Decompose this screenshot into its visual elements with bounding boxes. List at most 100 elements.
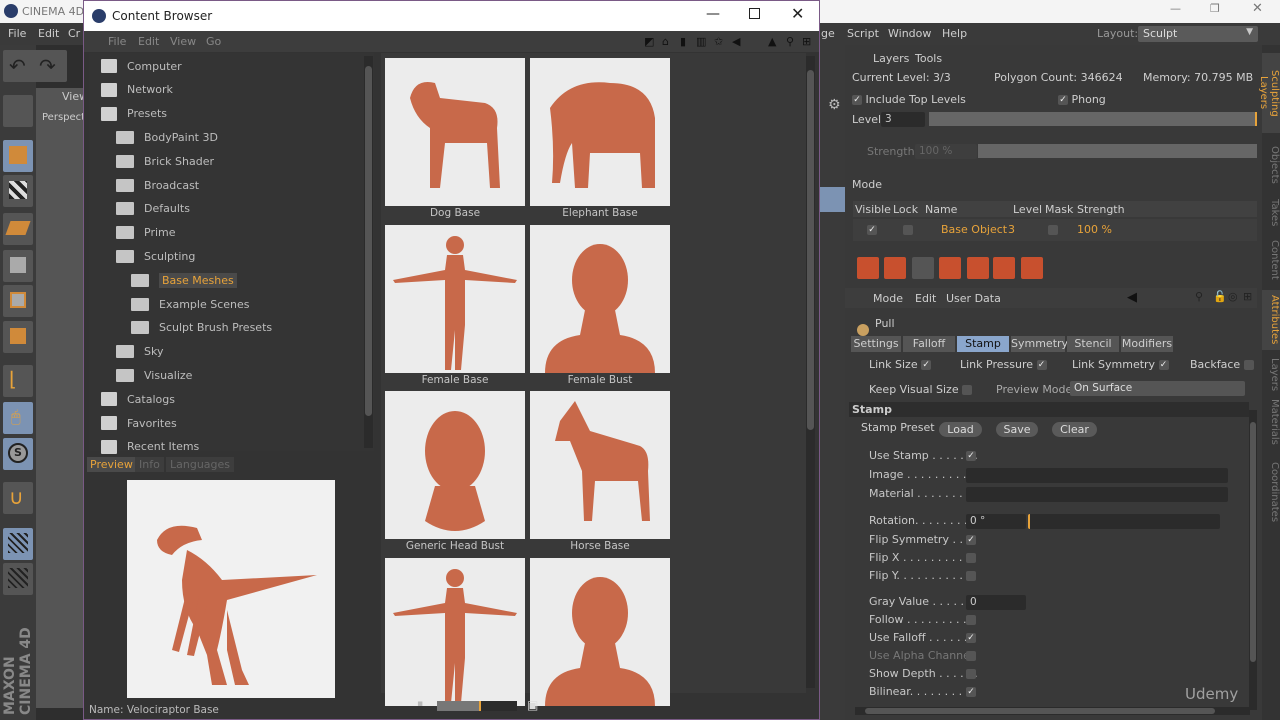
level-slider[interactable] — [929, 112, 1257, 126]
target-icon[interactable]: ◎ — [1228, 290, 1238, 303]
property-checkbox[interactable] — [966, 669, 976, 679]
bottle-icon[interactable]: ▮ — [680, 35, 686, 48]
lock-workplane-button[interactable] — [3, 528, 33, 560]
property-field[interactable]: 0 ° — [966, 514, 1026, 529]
keep-visual-size-checkbox[interactable]: Keep Visual Size — [869, 383, 973, 396]
menu-edit[interactable]: Edit — [38, 27, 59, 40]
side-tab[interactable]: Materials — [1262, 397, 1280, 447]
property-checkbox[interactable] — [966, 553, 976, 563]
content-item-thumbnail[interactable] — [530, 557, 670, 706]
strength-slider[interactable] — [978, 144, 1257, 158]
level-field[interactable]: 3 — [881, 112, 925, 127]
gear-icon[interactable]: ⚙ — [828, 97, 841, 113]
model-mode-button[interactable] — [3, 140, 33, 172]
axis-button[interactable]: ⌊ — [3, 365, 33, 397]
delete-layer-icon[interactable] — [939, 257, 961, 279]
column-header[interactable]: Name — [925, 203, 957, 216]
menu-mograph[interactable]: ge — [821, 27, 835, 40]
menu-create[interactable]: Cr — [68, 27, 80, 40]
link-symmetry-checkbox[interactable]: Link Symmetry ✓ — [1072, 358, 1169, 371]
tree-item[interactable]: BodyPaint 3D — [116, 127, 218, 147]
content-item-label[interactable]: Female Base — [385, 374, 525, 386]
lock-checkbox[interactable] — [903, 225, 913, 235]
property-checkbox[interactable] — [966, 651, 976, 661]
content-item-thumbnail[interactable] — [385, 391, 525, 539]
link-pressure-checkbox[interactable]: Link Pressure ✓ — [960, 358, 1047, 371]
link-size-checkbox[interactable]: Link Size ✓ — [869, 358, 932, 371]
column-header[interactable]: Lock — [893, 203, 918, 216]
tab-layers[interactable]: Layers — [873, 52, 909, 65]
include-top-levels-checkbox[interactable]: ✓ Include Top Levels — [852, 93, 966, 106]
menu-help[interactable]: Help — [942, 27, 967, 40]
grid-scrollbar[interactable] — [806, 56, 815, 688]
side-tab[interactable]: Coordinates — [1262, 455, 1280, 530]
property-checkbox[interactable] — [966, 615, 976, 625]
redo-icon[interactable]: ↷ — [39, 54, 56, 78]
lock-icon[interactable]: 🔓 — [1213, 290, 1227, 303]
visible-check-icon[interactable]: ✓ — [867, 225, 877, 235]
maximize-button[interactable]: ❐ — [1210, 2, 1220, 15]
points-mode-button[interactable] — [3, 250, 33, 282]
menu-user-data[interactable]: User Data — [946, 292, 1001, 305]
close-button[interactable]: ✕ — [1252, 1, 1263, 16]
add-layer-icon[interactable] — [857, 257, 879, 279]
side-tab[interactable]: Sculpting Layers — [1258, 53, 1280, 133]
tree-item[interactable]: Visualize — [116, 365, 192, 385]
attributes-h-scrollbar[interactable] — [855, 707, 1250, 715]
column-header[interactable]: Mask — [1045, 203, 1073, 216]
viewport-strip[interactable]: View Perspect — [36, 88, 88, 708]
snap-button[interactable]: S — [3, 438, 33, 470]
mask-checkbox[interactable] — [1048, 225, 1058, 235]
merge-down-icon[interactable] — [993, 257, 1015, 279]
back-arrow-icon[interactable]: ◀ — [1127, 290, 1137, 305]
content-item-thumbnail[interactable] — [530, 224, 670, 373]
content-item-thumbnail[interactable] — [530, 391, 670, 539]
tab-falloff[interactable]: Falloff — [903, 336, 955, 352]
layer-table-row[interactable]: ✓ Base Object 3 100 % — [853, 219, 1257, 241]
catalog-icon[interactable]: ▥ — [696, 35, 706, 48]
property-checkbox[interactable] — [966, 571, 976, 581]
link-field[interactable] — [966, 487, 1228, 502]
property-checkbox[interactable]: ✓ — [966, 687, 976, 697]
clear-button[interactable]: Clear — [1052, 422, 1097, 437]
tree-item[interactable]: Sky — [116, 342, 163, 362]
maximize-button[interactable] — [749, 8, 760, 19]
up-arrow-icon[interactable]: ▲ — [768, 35, 776, 48]
tab-info[interactable]: Info — [135, 457, 164, 472]
polygons-mode-button[interactable] — [3, 321, 33, 353]
property-checkbox[interactable]: ✓ — [966, 633, 976, 643]
column-header[interactable]: Level — [1013, 203, 1042, 216]
workplane-button[interactable] — [3, 213, 33, 245]
menu-file[interactable]: File — [8, 27, 26, 40]
attributes-scrollbar[interactable] — [1249, 410, 1257, 710]
menu-go[interactable]: Go — [206, 35, 221, 48]
content-browser-title-bar[interactable]: Content Browser — ✕ — [84, 1, 819, 31]
tree-item[interactable]: Catalogs — [101, 389, 175, 409]
new-panel-icon[interactable]: ⊞ — [1243, 290, 1252, 303]
texture-mode-button[interactable] — [3, 175, 33, 207]
sculpt-tool-button[interactable] — [3, 95, 33, 127]
tree-item[interactable]: Favorites — [101, 413, 177, 433]
home-icon[interactable]: ⌂ — [662, 35, 669, 48]
load-button[interactable]: Load — [939, 422, 982, 437]
menu-script[interactable]: Script — [847, 27, 879, 40]
tree-item[interactable]: Broadcast — [116, 175, 199, 195]
workplane-align-button[interactable] — [3, 563, 33, 595]
preview-mode-dropdown[interactable]: On Surface — [1070, 381, 1245, 396]
panel-expand-icon[interactable]: ⊞ — [802, 35, 811, 48]
tab-settings[interactable]: Settings — [851, 336, 901, 352]
rotation-slider[interactable] — [1028, 514, 1220, 529]
menu-edit[interactable]: Edit — [138, 35, 159, 48]
tree-item[interactable]: Example Scenes — [131, 294, 250, 314]
backface-checkbox[interactable]: Backface — [1190, 358, 1254, 371]
menu-file[interactable]: File — [108, 35, 126, 48]
menu-window[interactable]: Window — [888, 27, 931, 40]
tree-item[interactable]: Computer — [101, 56, 182, 76]
tree-item[interactable]: Presets — [101, 104, 167, 124]
star-icon[interactable]: ✩ — [714, 35, 723, 48]
tree-item[interactable]: Network — [101, 80, 173, 100]
content-item-thumbnail[interactable] — [385, 557, 525, 706]
tab-modifiers[interactable]: Modifiers — [1121, 336, 1173, 352]
tree-item[interactable]: Sculpting — [116, 246, 195, 266]
tree-item[interactable]: Defaults — [116, 199, 190, 219]
